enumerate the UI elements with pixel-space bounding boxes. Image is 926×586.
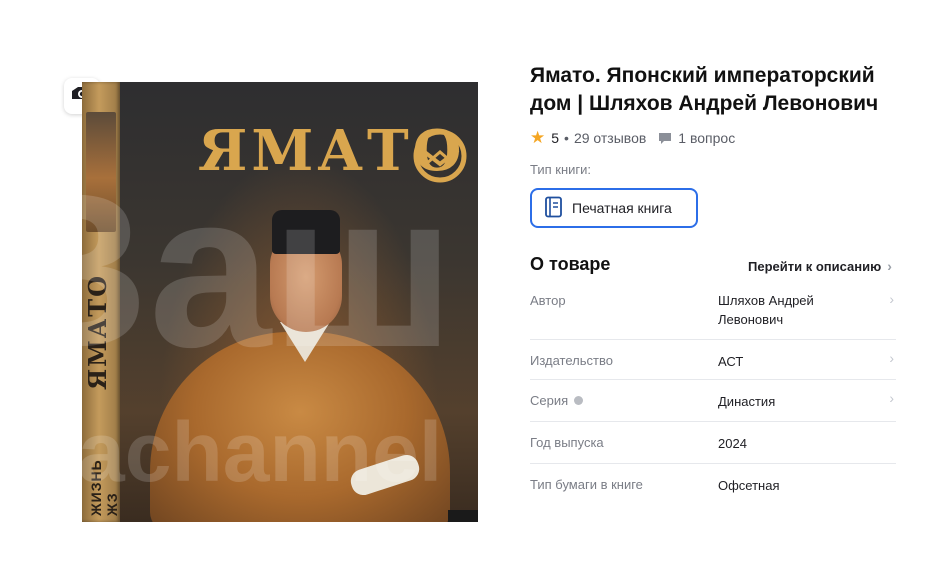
spec-row-author[interactable]: Автор Шляхов Андрей Левонович › [530,285,896,340]
chevron-right-icon: › [889,291,894,307]
book-cover-image[interactable]: ЯМАТО ЖИЗНЬ ЖЗ ЯМАТО [82,82,478,522]
spec-row-year: Год выпуска 2024 [530,422,896,464]
chevron-right-icon: › [887,258,892,274]
spec-value: Офсетная [718,478,780,493]
spec-value: 2024 [718,436,747,451]
cover-emblem-icon [412,128,468,189]
about-heading: О товаре [530,254,611,274]
spec-label: Год выпуска [530,435,604,450]
questions-link[interactable]: 1 вопрос [678,130,735,146]
book-icon [544,196,564,221]
info-icon[interactable] [574,396,584,405]
spec-value: АСТ [718,354,744,369]
cover-corner-mark [448,510,478,522]
book-type-label: Тип книги: [530,162,592,177]
spec-row-paper: Тип бумаги в книге Офсетная [530,464,896,506]
book-spine: ЯМАТО ЖИЗНЬ ЖЗ [82,82,120,522]
book-front-cover: ЯМАТО [120,82,478,522]
chevron-right-icon: › [889,390,894,406]
spec-label: Тип бумаги в книге [530,477,643,492]
specs-table: Автор Шляхов Андрей Левонович › Издатель… [530,285,896,506]
star-icon: ★ [530,128,546,147]
spec-value: Шляхов Андрей Левонович [718,293,814,327]
rating-row: ★ 5 • 29 отзывов 1 вопрос [530,128,735,148]
spine-series: ЖИЗНЬ ЖЗ [88,459,120,516]
book-type-printed-option[interactable]: Печатная книга [530,188,698,228]
product-title: Ямато. Японский императорский дом | Шлях… [530,64,879,115]
question-bubble-icon [658,131,672,145]
separator-dot: • [564,130,569,146]
spine-portrait [86,112,116,232]
spec-row-publisher[interactable]: Издательство АСТ › [530,340,896,380]
spec-label: Серия [530,393,569,408]
goto-description-label: Перейти к описанию [748,258,882,274]
spec-row-series[interactable]: Серия Династия › [530,380,896,422]
chevron-right-icon: › [889,350,894,366]
emperor-robe [150,332,450,522]
goto-description-link[interactable]: Перейти к описанию › [748,258,892,274]
spec-value: Династия [718,394,776,409]
emperor-hat [272,210,340,254]
reviews-link[interactable]: 29 отзывов [574,130,646,146]
spec-label-wrap: Серия [530,393,584,408]
spine-title: ЯМАТО [83,273,112,391]
spec-label: Издательство [530,353,613,368]
rating-value: 5 [551,130,560,146]
book-type-value: Печатная книга [572,200,672,216]
spec-label: Автор [530,293,566,308]
